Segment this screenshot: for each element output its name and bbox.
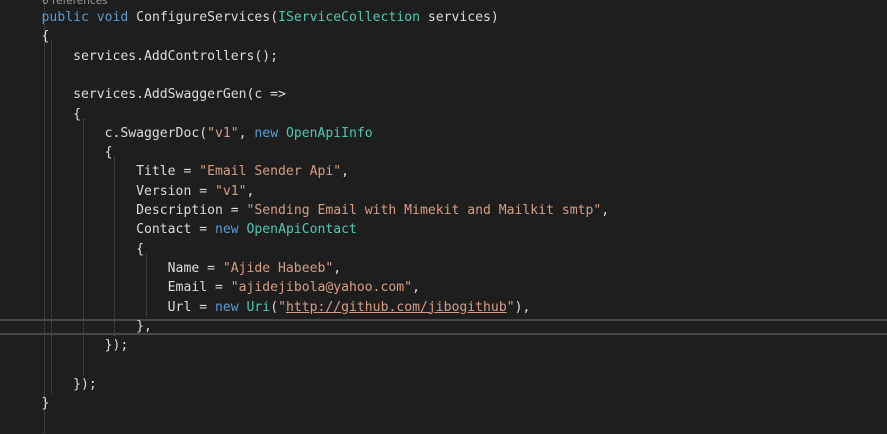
url-link[interactable]: http://github.com/jibogithub [286,300,507,315]
line-margin [10,261,42,276]
code-token: "Sending Email with Mimekit and Mailkit … [246,203,602,218]
code-line: }); [10,336,129,355]
code-token: OpenApiContact [246,222,357,238]
code-line: services.AddSwaggerGen(c => [10,85,286,104]
code-token: { [41,145,113,161]
line-margin [10,184,42,199]
code-token: Email = [41,280,231,296]
line-margin [10,319,42,334]
line-margin [10,300,42,315]
code-token: { [41,106,81,122]
code-line [10,66,42,85]
code-token: public [41,10,89,25]
code-token: }); [41,338,129,354]
code-token: "Email Sender Api" [199,164,342,180]
code-line: { [10,27,50,46]
code-token: services) [419,10,499,25]
code-line: public void ConfigureServices(IServiceCo… [10,8,499,27]
code-line: { [10,240,144,259]
line-margin [10,396,42,411]
code-editor[interactable]: 0 references public void ConfigureServic… [0,0,887,434]
code-token: IServiceCollection [278,10,420,25]
code-token: "ajidejibola@yahoo.com" [230,280,413,296]
code-line: Url = new Uri("http://github.com/jibogit… [10,298,531,317]
code-line: { [10,143,113,162]
code-token: { [41,241,145,257]
line-margin [10,10,42,25]
line-margin [10,68,42,83]
code-token: "Ajide Habeeb" [222,260,334,276]
code-token: Url = [41,299,215,315]
code-token: } [41,396,50,411]
code-token: new [254,125,279,141]
line-margin [10,222,42,237]
code-token: void [96,10,129,25]
code-token: , [601,203,610,218]
code-token: Name = [41,260,223,276]
code-line: Title = "Email Sender Api", [10,162,349,181]
code-line: c.SwaggerDoc("v1", new OpenApiInfo [10,124,373,143]
code-token: , [341,164,350,180]
code-token: }, [41,318,152,334]
code-token: services.AddControllers(); [41,48,279,64]
code-token: , [246,183,255,199]
code-token: Title = [41,164,200,180]
code-token: , [412,280,420,296]
code-token: " [506,299,515,315]
line-margin [10,338,42,353]
code-token: Description = [41,203,247,218]
code-token: OpenApiInfo [285,125,373,141]
code-line: }, [10,317,152,336]
code-token: "v1" [214,183,247,199]
code-token: c.SwaggerDoc( [41,125,208,141]
code-token: ConfigureServices( [128,10,279,25]
code-token: { [41,29,50,45]
code-line [10,355,42,374]
code-line: }); [10,375,97,394]
code-token: Version = [41,183,215,199]
code-line: services.AddControllers(); [10,47,278,66]
line-margin [10,145,42,160]
line-margin [10,107,42,122]
line-margin [10,126,42,141]
code-line: Version = "v1", [10,182,254,201]
code-token: }); [41,376,97,392]
code-line: Description = "Sending Email with Mimeki… [10,201,609,220]
line-margin [10,377,42,392]
line-margin [10,87,42,102]
line-margin [10,164,42,179]
code-token: , [238,125,255,141]
line-margin [10,357,42,372]
code-token: ( [270,299,279,315]
line-margin [10,280,42,295]
code-line: Email = "ajidejibola@yahoo.com", [10,278,420,297]
codelens-references[interactable]: 0 references [42,0,108,8]
code-token: new [214,299,239,315]
code-token: services.AddSwaggerGen(c => [41,87,286,103]
code-token: Uri [246,299,271,315]
code-token: , [333,260,342,276]
code-token: Contact = [41,222,215,238]
line-margin [10,203,42,218]
code-line: Contact = new OpenApiContact [10,220,357,239]
code-line: { [10,105,81,124]
code-token: new [214,222,239,238]
line-margin [10,49,42,64]
line-margin [10,29,42,44]
code-line: } [10,394,50,413]
code-token: ), [514,299,531,315]
line-margin [10,242,42,257]
code-token: "v1" [207,125,239,141]
code-token: " [278,299,286,315]
code-line: Name = "Ajide Habeeb", [10,259,341,278]
